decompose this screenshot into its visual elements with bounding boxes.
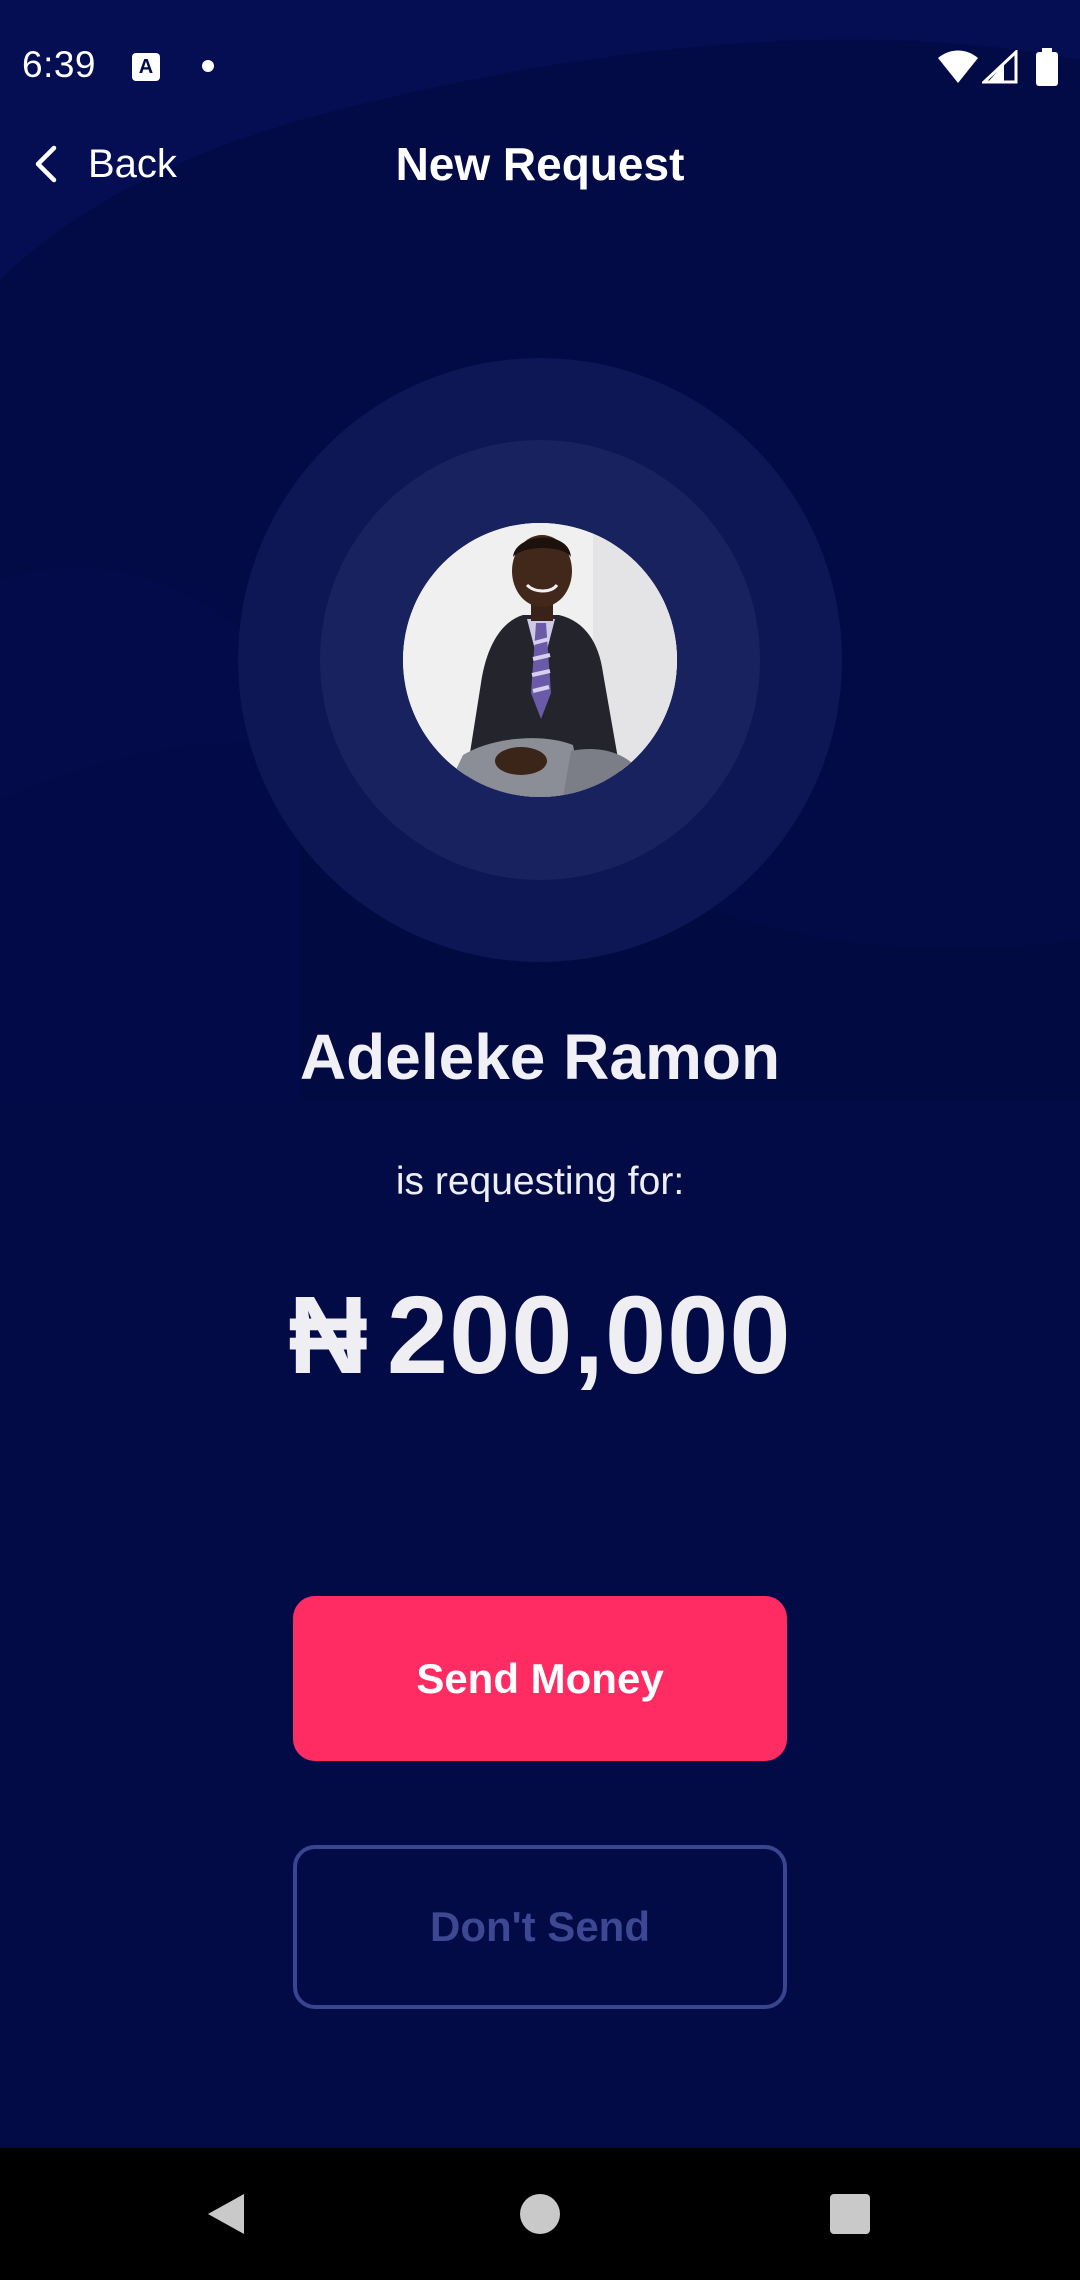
back-button[interactable]: Back bbox=[32, 132, 177, 196]
dont-send-button[interactable]: Don't Send bbox=[293, 1845, 787, 2009]
square-recents-icon[interactable] bbox=[830, 2194, 870, 2234]
status-bar: 6:39 A bbox=[0, 0, 1080, 136]
requester-name: Adeleke Ramon bbox=[299, 1021, 781, 1093]
request-screen: 6:39 A Back New Request Adeleke Ramon is… bbox=[0, 0, 1080, 2280]
amount-value: 200,000 bbox=[386, 1274, 792, 1397]
triangle-back-icon[interactable] bbox=[204, 2190, 248, 2238]
requester-avatar bbox=[403, 523, 677, 797]
status-time: 6:39 bbox=[22, 44, 97, 85]
currency-symbol: ₦ bbox=[288, 1274, 369, 1397]
send-money-button[interactable]: Send Money bbox=[293, 1596, 787, 1761]
wifi-icon bbox=[938, 50, 978, 83]
battery-icon bbox=[1036, 48, 1058, 86]
circle-home-icon[interactable] bbox=[520, 2194, 560, 2234]
cell-signal-icon bbox=[982, 50, 1018, 84]
request-caption: is requesting for: bbox=[395, 1160, 685, 1203]
person-photo bbox=[403, 523, 677, 797]
request-amount: ₦ 200,000 bbox=[0, 1272, 1080, 1399]
app-notification-icon: A bbox=[132, 53, 160, 81]
chevron-left-icon bbox=[35, 145, 57, 183]
back-label: Back bbox=[88, 141, 177, 186]
notification-dot-icon bbox=[202, 60, 214, 72]
